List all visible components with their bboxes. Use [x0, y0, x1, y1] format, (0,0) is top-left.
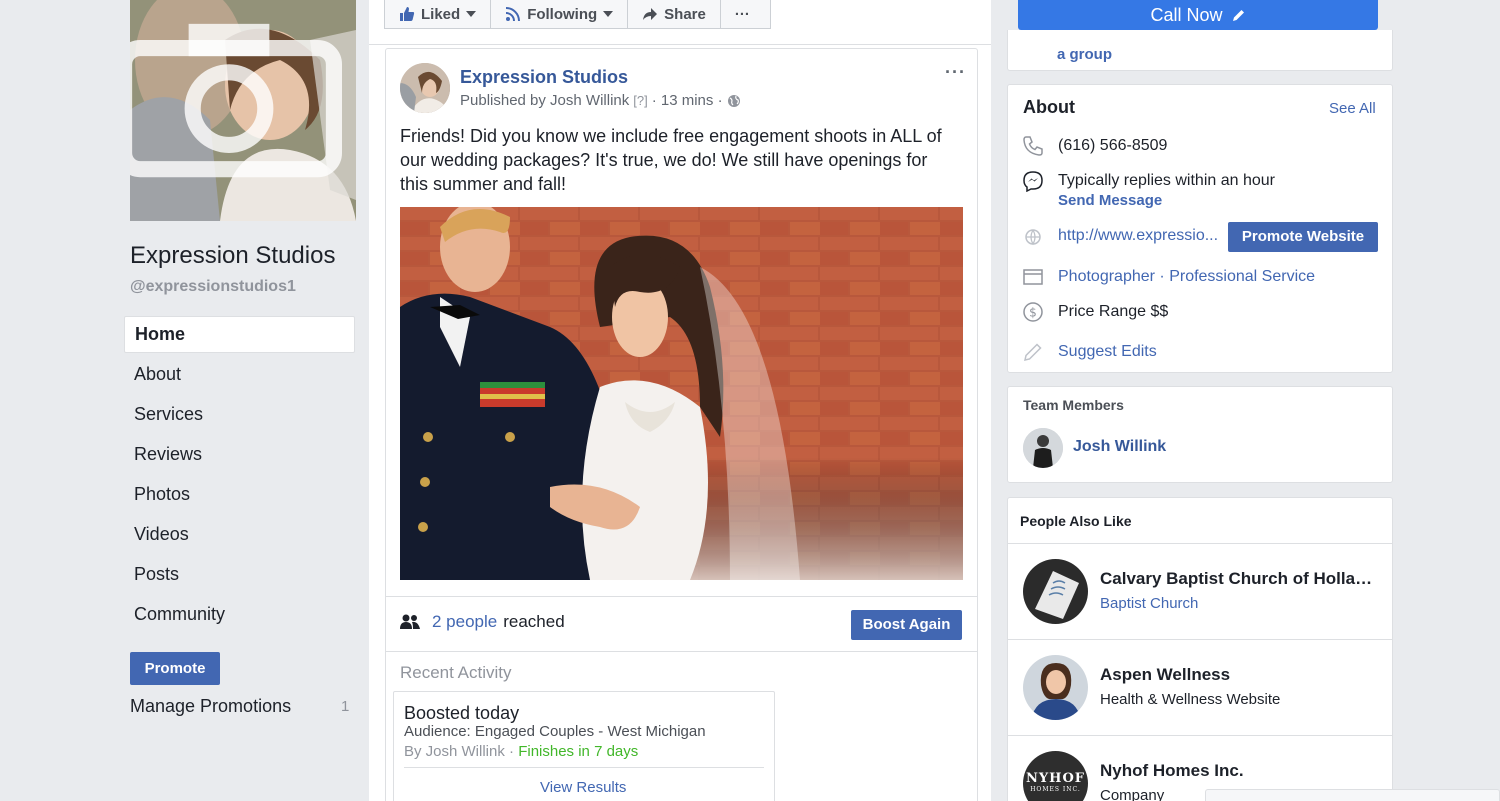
divider — [1008, 735, 1392, 736]
post-body-text: Friends! Did you know we include free en… — [400, 126, 942, 194]
team-member-name[interactable]: Josh Willink — [1073, 438, 1166, 456]
suggested-page-name[interactable]: Calvary Baptist Church of Hollan... — [1100, 569, 1375, 589]
post-photo[interactable] — [400, 207, 963, 580]
post-author-avatar[interactable] — [400, 63, 450, 113]
suggested-page-category: Company — [1100, 787, 1165, 801]
category-professional-service[interactable]: Professional Service — [1169, 268, 1315, 285]
boost-again-button[interactable]: Boost Again — [851, 610, 962, 640]
camera-icon[interactable] — [130, 0, 342, 207]
team-members-title: Team Members — [1023, 397, 1124, 413]
suggested-page-name[interactable]: Nyhof Homes Inc. — [1100, 761, 1375, 781]
help-link[interactable]: [?] — [633, 93, 647, 108]
price-range: Price Range $$ — [1058, 303, 1169, 320]
manage-promotions-link[interactable]: Manage Promotions — [130, 696, 291, 717]
activity-title: Boosted today — [404, 703, 520, 723]
pencil-icon — [1024, 343, 1042, 361]
globe-icon — [1025, 229, 1041, 246]
chevron-down-icon — [603, 11, 614, 17]
manage-promotions-count: 1 — [341, 698, 350, 715]
category-icon — [1023, 269, 1043, 285]
more-options-button[interactable]: ··· — [721, 0, 764, 28]
nav-item-services[interactable]: Services — [124, 396, 355, 436]
pencil-icon[interactable] — [1231, 8, 1246, 23]
nav-item-posts[interactable]: Posts — [124, 556, 355, 596]
people-also-like-title: People Also Like — [1020, 513, 1132, 529]
send-message-link[interactable]: Send Message — [1058, 192, 1162, 209]
promote-button[interactable]: Promote — [130, 652, 220, 685]
promote-website-button[interactable]: Promote Website — [1228, 222, 1378, 252]
divider — [404, 767, 764, 768]
suggested-page-name[interactable]: Aspen Wellness — [1100, 665, 1375, 685]
calvary-baptist-avatar[interactable] — [1023, 559, 1088, 624]
divider — [1008, 639, 1392, 640]
suggested-page-category: Health & Wellness Website — [1100, 691, 1281, 708]
page-action-bar: Liked Following Share ··· — [384, 0, 771, 29]
nav-item-photos[interactable]: Photos — [124, 476, 355, 516]
people-reached: 2 people reached — [400, 612, 565, 632]
people-reached-link[interactable]: 2 people — [432, 612, 497, 632]
post-author-name[interactable]: Expression Studios — [460, 67, 628, 88]
liked-label: Liked — [421, 5, 461, 23]
thumbs-up-icon — [400, 7, 415, 21]
nav-item-reviews[interactable]: Reviews — [124, 436, 355, 476]
team-member-avatar[interactable] — [1023, 428, 1063, 468]
following-label: Following — [527, 5, 598, 23]
see-all-link[interactable]: See All — [1329, 100, 1376, 117]
divider — [386, 596, 977, 597]
people-reached-suffix: reached — [503, 612, 565, 631]
phone-icon — [1023, 136, 1043, 156]
activity-byline: By Josh Willink · Finishes in 7 days — [404, 743, 638, 760]
view-results-link[interactable]: View Results — [540, 779, 626, 796]
page-title: Expression Studios — [130, 242, 336, 269]
following-button[interactable]: Following — [491, 0, 629, 28]
call-now-button[interactable]: Call Now — [1018, 0, 1378, 30]
category-separator: · — [1154, 268, 1170, 285]
suggested-page-category[interactable]: Baptist Church — [1100, 595, 1198, 612]
globe-icon[interactable] — [727, 94, 741, 108]
nav-item-videos[interactable]: Videos — [124, 516, 355, 556]
divider — [369, 44, 991, 45]
activity-status: Finishes in 7 days — [518, 743, 639, 760]
recent-activity-title: Recent Activity — [400, 663, 512, 682]
page-nav: Home About Services Reviews Photos Video… — [124, 316, 355, 636]
liked-button[interactable]: Liked — [385, 0, 492, 28]
nav-item-community[interactable]: Community — [124, 596, 355, 636]
profile-photo[interactable] — [130, 0, 356, 221]
people-icon — [400, 614, 420, 629]
activity-author: By Josh Willink · — [404, 743, 515, 760]
share-button[interactable]: Share — [628, 0, 721, 28]
call-now-label: Call Now — [1150, 4, 1223, 25]
reply-time: Typically replies within an hour — [1058, 172, 1275, 189]
aspen-wellness-avatar[interactable] — [1023, 655, 1088, 720]
nyhof-logo-text: NYHOF — [1026, 771, 1085, 786]
nav-item-home[interactable]: Home — [124, 316, 355, 353]
suggest-edits-link[interactable]: Suggest Edits — [1058, 343, 1157, 361]
chevron-down-icon — [466, 11, 477, 17]
share-label: Share — [664, 5, 706, 23]
page-handle[interactable]: @expressionstudios1 — [130, 278, 296, 296]
published-by[interactable]: Published by Josh Willink — [460, 92, 629, 109]
dollar-icon: $ — [1023, 302, 1043, 322]
post-meta: Published by Josh Willink [?] · 13 mins … — [460, 92, 741, 109]
activity-audience: Audience: Engaged Couples - West Michiga… — [404, 723, 706, 740]
svg-text:$: $ — [1029, 306, 1037, 320]
rss-icon — [506, 7, 521, 22]
divider — [1008, 543, 1392, 544]
page-categories: Photographer · Professional Service — [1058, 268, 1315, 286]
share-arrow-icon — [643, 8, 658, 20]
post-options-button[interactable]: ··· — [945, 62, 966, 83]
about-title: About — [1023, 97, 1075, 117]
phone-number[interactable]: (616) 566-8509 — [1058, 137, 1167, 155]
nav-item-about[interactable]: About — [124, 356, 355, 396]
nyhof-logo-sub: HOMES INC. — [1030, 786, 1081, 793]
group-link[interactable]: a group — [1057, 46, 1112, 63]
divider — [386, 651, 977, 652]
website-link[interactable]: http://www.expressio... — [1058, 227, 1218, 245]
messenger-icon — [1023, 171, 1043, 192]
chat-bar[interactable] — [1205, 789, 1500, 801]
category-photographer[interactable]: Photographer — [1058, 268, 1155, 285]
post-time[interactable]: · 13 mins · — [652, 92, 723, 109]
